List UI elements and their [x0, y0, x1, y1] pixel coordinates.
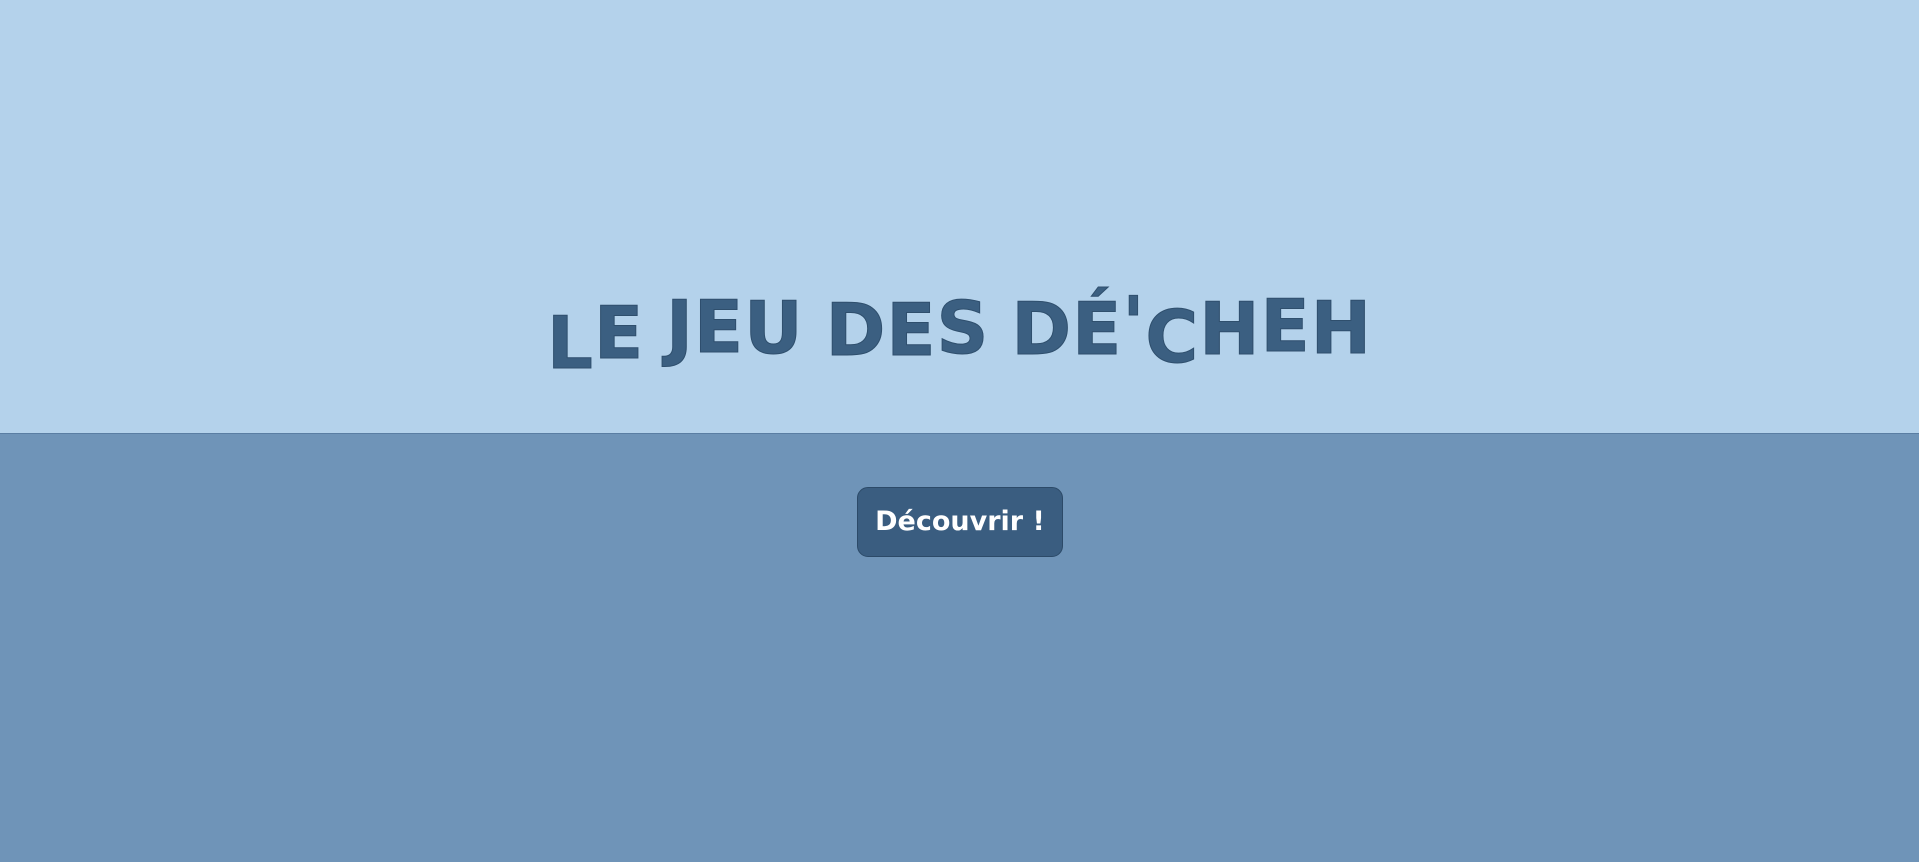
title-letter: L	[547, 301, 594, 386]
landing-page: LE JEU DES DÉ'CHEH Découvrir !	[0, 0, 1919, 862]
title-letter: D	[1011, 287, 1073, 372]
title-letter: E	[593, 291, 645, 376]
title-letter: E	[693, 285, 745, 370]
title-letter: H	[1199, 287, 1261, 372]
title-letter: U	[744, 286, 804, 371]
title-letter: C	[1145, 295, 1200, 380]
title-letter: E	[886, 288, 937, 373]
title-letter: J	[666, 285, 694, 370]
discover-button[interactable]: Découvrir !	[857, 487, 1063, 557]
page-title: LE JEU DES DÉ'CHEH	[0, 281, 1919, 386]
title-letter: E	[1260, 284, 1311, 369]
title-letter: H	[1310, 286, 1372, 371]
title-letter: D	[825, 288, 887, 373]
title-letter: É	[1072, 287, 1123, 372]
title-letter: S	[936, 286, 990, 371]
title-letter: '	[1122, 281, 1146, 366]
